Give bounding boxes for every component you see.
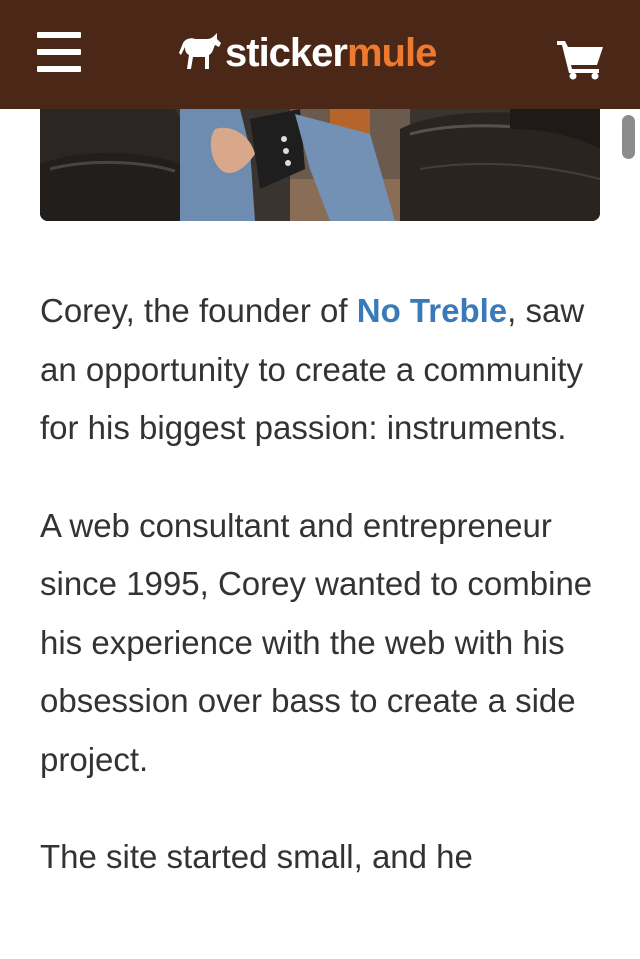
cart-icon[interactable] — [557, 38, 605, 80]
logo-text-mule: mule — [346, 31, 437, 75]
no-treble-link[interactable]: No Treble — [357, 292, 507, 329]
logo-text-sticker: sticker — [225, 31, 348, 75]
article-body: Corey, the founder of No Treble, saw an … — [40, 282, 620, 926]
paragraph-1: Corey, the founder of No Treble, saw an … — [40, 282, 620, 458]
top-nav-bar: stickermule — [0, 0, 640, 109]
paragraph-3: The site started small, and he — [40, 838, 473, 875]
paragraph-2: A web consultant and entrepreneur since … — [40, 506, 593, 778]
hamburger-menu-icon[interactable] — [37, 32, 81, 72]
page-scrollbar[interactable] — [622, 115, 635, 159]
mule-icon — [179, 33, 221, 69]
paragraph-1-text-start: Corey, the founder of — [40, 292, 357, 329]
hero-photo — [40, 109, 600, 221]
stickermule-logo[interactable]: stickermule — [179, 30, 437, 76]
